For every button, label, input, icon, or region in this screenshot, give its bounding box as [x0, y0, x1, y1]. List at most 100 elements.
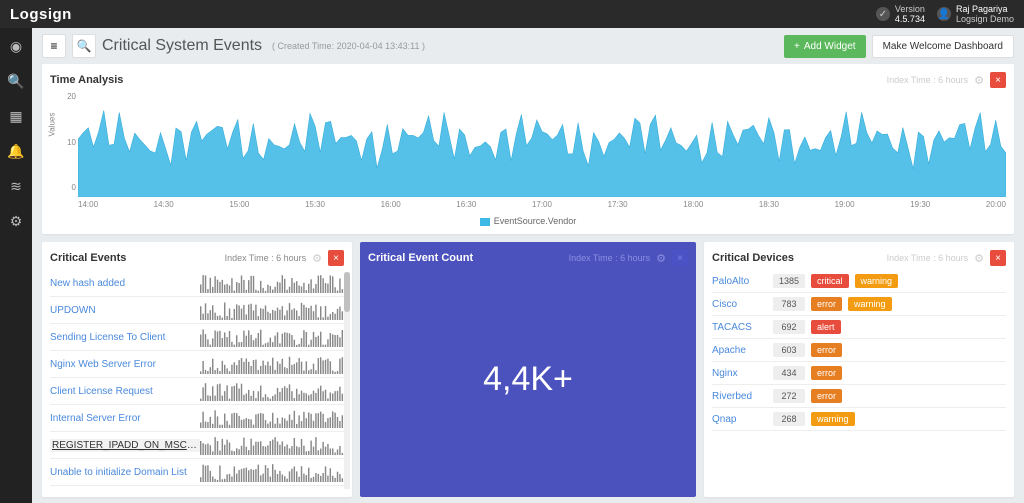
x-tick: 14:00 — [78, 200, 98, 209]
device-row: TACACS692alert — [712, 316, 1006, 339]
ce-index-label: Index Time : 6 hours — [225, 253, 307, 263]
reports-icon[interactable]: ▦ — [9, 108, 22, 125]
sidebar: ◉ 🔍 ▦ 🔔 ≋ ⚙ — [0, 28, 32, 503]
critical-events-panel: Critical Events Index Time : 6 hours ⚙ ×… — [42, 242, 352, 497]
dashboard-icon[interactable]: ◉ — [10, 38, 22, 55]
device-count: 268 — [773, 412, 805, 426]
close-icon[interactable]: × — [990, 72, 1006, 88]
x-tick: 18:00 — [683, 200, 703, 209]
status-badge: error — [811, 343, 842, 357]
sparkline — [200, 273, 344, 293]
status-badge: error — [811, 297, 842, 311]
event-link[interactable]: Client License Request — [50, 386, 200, 397]
y-axis-label: Values — [48, 113, 57, 137]
event-link[interactable]: Nginx Web Server Error — [50, 359, 200, 370]
device-link[interactable]: Qnap — [712, 414, 767, 425]
gear-icon[interactable]: ⚙ — [312, 252, 322, 265]
event-link[interactable]: Unable to initialize Domain List — [50, 467, 200, 478]
y-tick: 0 — [62, 183, 76, 192]
close-icon[interactable]: × — [990, 250, 1006, 266]
critical-devices-panel: Critical Devices Index Time : 6 hours ⚙ … — [704, 242, 1014, 497]
device-list: PaloAlto 1385 critical warning Cisco 783 error… — [712, 270, 1006, 489]
header-row: ≡ 🔍 Critical System Events ( Created Tim… — [42, 34, 1014, 58]
area-chart-svg — [78, 92, 1006, 197]
time-analysis-title: Time Analysis — [50, 74, 123, 86]
add-widget-button[interactable]: +Add Widget — [784, 35, 866, 58]
settings-icon[interactable]: ⚙ — [10, 213, 23, 230]
brand-logo: Logsign — [10, 6, 72, 23]
menu-toggle-button[interactable]: ≡ — [42, 34, 66, 58]
device-link[interactable]: TACACS — [712, 322, 767, 333]
y-tick: 20 — [62, 92, 76, 101]
sparkline — [200, 327, 344, 347]
sparkline — [200, 462, 344, 482]
event-link[interactable]: REGISTER_IPADD_ON_MSCB_FAILED — [50, 439, 200, 452]
device-row: Apache603error — [712, 339, 1006, 362]
user-block[interactable]: 👤 Raj Pagariya Logsign Demo — [937, 4, 1014, 24]
y-tick: 10 — [62, 138, 76, 147]
event-link[interactable]: Internal Server Error — [50, 413, 200, 424]
check-icon: ✓ — [876, 7, 890, 21]
device-link[interactable]: PaloAlto — [712, 276, 767, 287]
status-badge: warning — [848, 297, 892, 311]
ec-index-label: Index Time : 6 hours — [569, 253, 651, 263]
event-link[interactable]: Sending License To Client — [50, 332, 200, 343]
critical-devices-title: Critical Devices — [712, 252, 794, 264]
sparkline — [200, 408, 344, 428]
status-badge: critical — [811, 274, 849, 288]
add-widget-label: Add Widget — [804, 41, 856, 52]
x-tick: 14:30 — [154, 200, 174, 209]
user-org: Logsign Demo — [956, 14, 1014, 24]
version-value: 4.5.734 — [895, 14, 925, 24]
gear-icon[interactable]: ⚙ — [974, 252, 984, 265]
device-link[interactable]: Nginx — [712, 368, 767, 379]
version-block: ✓ Version 4.5.734 — [876, 4, 925, 24]
sparkline — [200, 381, 344, 401]
page-title: Critical System Events — [102, 37, 262, 55]
search-icon[interactable]: 🔍 — [7, 73, 24, 90]
close-icon[interactable]: × — [328, 250, 344, 266]
sparkline — [200, 354, 344, 374]
legend-label: EventSource.Vendor — [494, 216, 577, 226]
x-tick: 16:00 — [381, 200, 401, 209]
time-chart: Values 20 10 0 14:0014:3015:0015:3016:00… — [50, 92, 1006, 212]
x-tick: 19:30 — [910, 200, 930, 209]
event-row: UPDOWN — [50, 297, 344, 324]
x-tick: 15:00 — [229, 200, 249, 209]
gear-icon[interactable]: ⚙ — [974, 74, 984, 87]
event-link[interactable]: UPDOWN — [50, 305, 200, 316]
device-count: 783 — [773, 297, 805, 311]
wifi-icon[interactable]: ≋ — [10, 178, 22, 195]
make-welcome-button[interactable]: Make Welcome Dashboard — [872, 35, 1014, 58]
time-analysis-panel: Time Analysis Index Time : 6 hours ⚙ × V… — [42, 64, 1014, 234]
event-row: Nginx Web Server Error — [50, 351, 344, 378]
status-badge: warning — [811, 412, 855, 426]
created-time: ( Created Time: 2020-04-04 13:43:11 ) — [272, 41, 425, 51]
device-link[interactable]: Riverbed — [712, 391, 767, 402]
device-link[interactable]: Apache — [712, 345, 767, 356]
event-row: REGISTER_IPADD_ON_MSCB_FAILED — [50, 432, 344, 459]
scrollbar[interactable] — [344, 272, 350, 489]
x-ticks: 14:0014:3015:0015:3016:0016:3017:0017:30… — [78, 200, 1006, 209]
status-badge: alert — [811, 320, 841, 334]
event-row: Client License Request — [50, 378, 344, 405]
user-name: Raj Pagariya — [956, 4, 1014, 14]
search-button[interactable]: 🔍 — [72, 34, 96, 58]
scroll-thumb[interactable] — [344, 272, 350, 312]
gear-icon[interactable]: ⚙ — [656, 252, 666, 265]
chart-legend: EventSource.Vendor — [50, 216, 1006, 226]
event-row: Apache Web Server Error — [50, 486, 344, 489]
device-count: 1385 — [773, 274, 805, 288]
version-label: Version — [895, 4, 925, 14]
event-row: Sending License To Client — [50, 324, 344, 351]
event-list: New hash added UPDOWN Sending License To C… — [50, 270, 344, 489]
close-icon[interactable]: × — [672, 250, 688, 266]
device-count: 434 — [773, 366, 805, 380]
event-link[interactable]: New hash added — [50, 278, 200, 289]
device-row: Qnap 268 warning — [712, 408, 1006, 431]
device-row: Riverbed272error — [712, 385, 1006, 408]
device-link[interactable]: Cisco — [712, 299, 767, 310]
x-tick: 18:30 — [759, 200, 779, 209]
alerts-icon[interactable]: 🔔 — [7, 143, 24, 160]
time-index-label: Index Time : 6 hours — [887, 75, 969, 85]
